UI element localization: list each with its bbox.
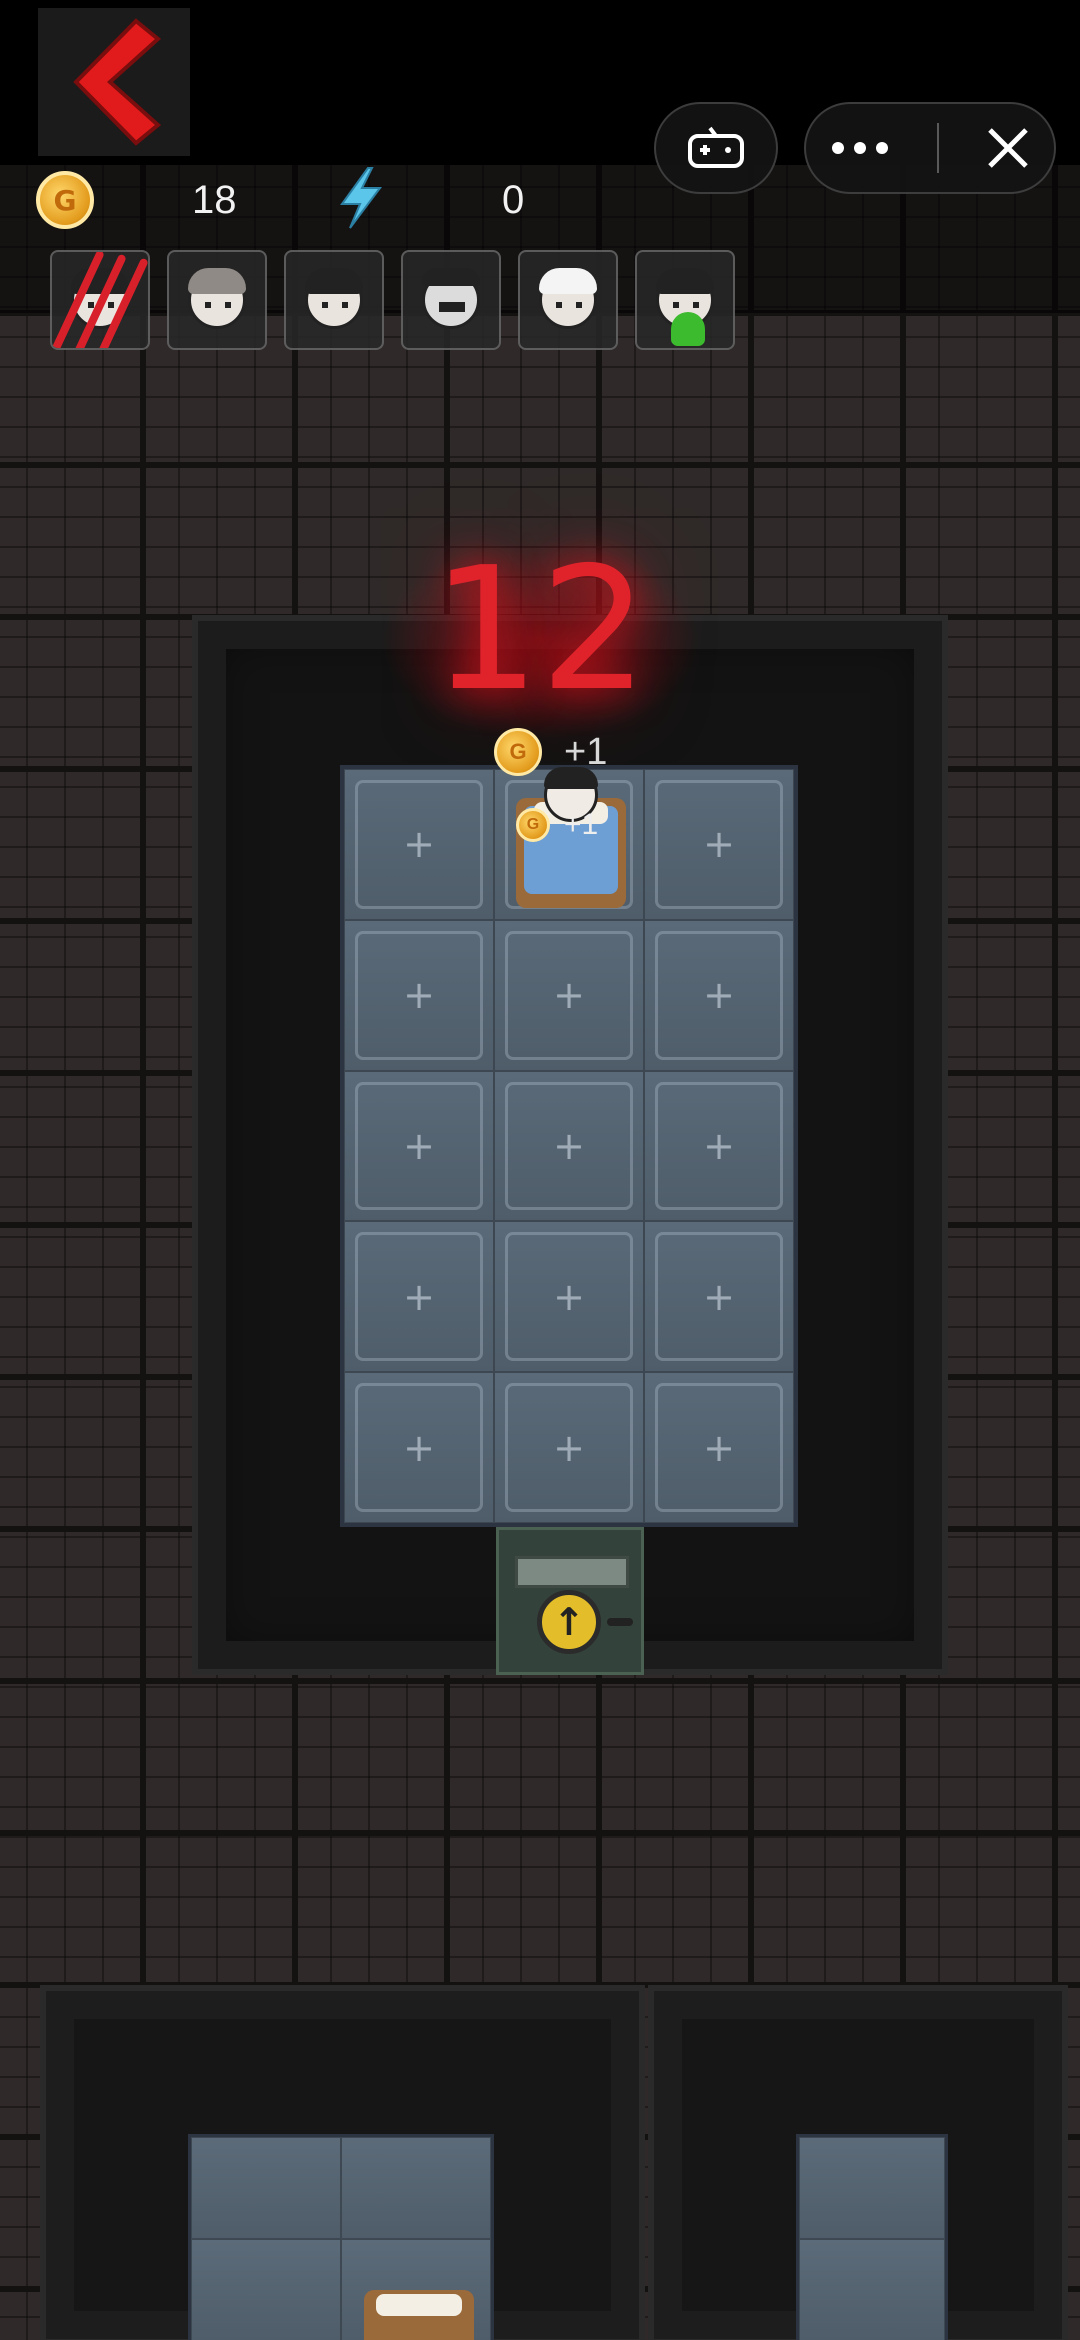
build-slot[interactable]: [191, 2137, 341, 2239]
grey-haired-face: [188, 268, 246, 329]
build-slot[interactable]: +: [344, 1372, 494, 1523]
avatar-grey-haired-person[interactable]: [167, 250, 267, 350]
back-arrow-icon: [73, 18, 162, 146]
character-roster: [50, 250, 752, 350]
gold-icon-letter: G: [526, 816, 540, 833]
gold-coin-icon: G: [494, 728, 542, 776]
black-haired-face: [305, 268, 363, 329]
close-icon[interactable]: [986, 126, 1030, 170]
gold-gain-popup: G +1: [494, 728, 607, 776]
mini-program-capsule: [804, 102, 1056, 194]
upgrade-arrow-symbol: ↑: [553, 1600, 585, 1644]
build-slot[interactable]: +: [344, 1070, 494, 1222]
gold-coin-icon: G: [36, 171, 94, 229]
door-handle: [607, 1618, 633, 1626]
gamepad-icon: [688, 126, 744, 168]
build-slot[interactable]: +: [644, 1070, 794, 1222]
build-slot[interactable]: +: [344, 1221, 494, 1373]
plus-icon: +: [553, 1123, 585, 1168]
avatar-masked-man[interactable]: [401, 250, 501, 350]
build-slot[interactable]: +: [644, 769, 794, 920]
lightning-icon: [340, 167, 382, 229]
gold-coin-icon: G: [516, 808, 550, 842]
plus-icon: +: [703, 1123, 735, 1168]
build-slot[interactable]: [799, 2239, 945, 2340]
build-slot[interactable]: +: [644, 1372, 794, 1523]
energy-value: 0: [502, 178, 525, 222]
gold-icon-letter: G: [53, 183, 77, 217]
gold-value: 18: [192, 178, 237, 222]
gold-gain-text: +1: [564, 730, 608, 773]
build-slot[interactable]: +: [344, 769, 494, 920]
build-slot[interactable]: +: [494, 919, 644, 1071]
plus-icon: +: [403, 1123, 435, 1168]
gold-counter: G: [36, 170, 94, 230]
plus-icon: +: [553, 1425, 585, 1470]
build-slot[interactable]: +: [644, 919, 794, 1071]
plus-icon: +: [703, 973, 735, 1018]
plus-icon: +: [703, 1274, 735, 1319]
avatar-black-haired-girl[interactable]: [284, 250, 384, 350]
avatar-girl-with-green-tentacles[interactable]: [635, 250, 735, 350]
plus-icon: +: [553, 973, 585, 1018]
plus-icon: +: [703, 822, 735, 867]
avatar-claw-mark[interactable]: [50, 250, 150, 350]
plus-icon: +: [703, 1425, 735, 1470]
build-slot[interactable]: [191, 2239, 341, 2340]
build-slot[interactable]: +: [494, 1070, 644, 1222]
back-button[interactable]: [38, 8, 190, 156]
bed-gold-gain-popup: G +1: [516, 808, 598, 842]
gamepad-button[interactable]: [654, 102, 778, 194]
plus-icon: +: [553, 1274, 585, 1319]
build-slot[interactable]: +: [494, 1221, 644, 1373]
build-slot[interactable]: [799, 2137, 945, 2239]
masked-face: [422, 268, 480, 329]
avatar-white-haired-girl[interactable]: [518, 250, 618, 350]
plus-icon: +: [403, 1274, 435, 1319]
build-slot[interactable]: +: [494, 1372, 644, 1523]
more-icon[interactable]: [830, 141, 890, 155]
door-window: [515, 1556, 629, 1588]
bed-gold-gain-text: +1: [564, 808, 599, 841]
white-haired-face: [539, 268, 597, 329]
room-door[interactable]: ↑: [496, 1527, 644, 1675]
plus-icon: +: [403, 973, 435, 1018]
lower-bed-pillow: [376, 2294, 462, 2316]
lower-right-slot-grid: [796, 2134, 948, 2340]
build-slot[interactable]: [341, 2137, 491, 2239]
upgrade-arrow-icon[interactable]: ↑: [537, 1590, 601, 1654]
build-slot[interactable]: +: [644, 1221, 794, 1373]
plus-icon: +: [403, 822, 435, 867]
build-slot[interactable]: +: [344, 919, 494, 1071]
capsule-divider: [936, 123, 939, 173]
plus-icon: +: [403, 1425, 435, 1470]
gold-icon-letter: G: [509, 739, 527, 764]
countdown-timer: 12: [431, 531, 649, 729]
green-tentacles-icon: [671, 312, 705, 346]
lower-bed-icon: [364, 2290, 474, 2340]
